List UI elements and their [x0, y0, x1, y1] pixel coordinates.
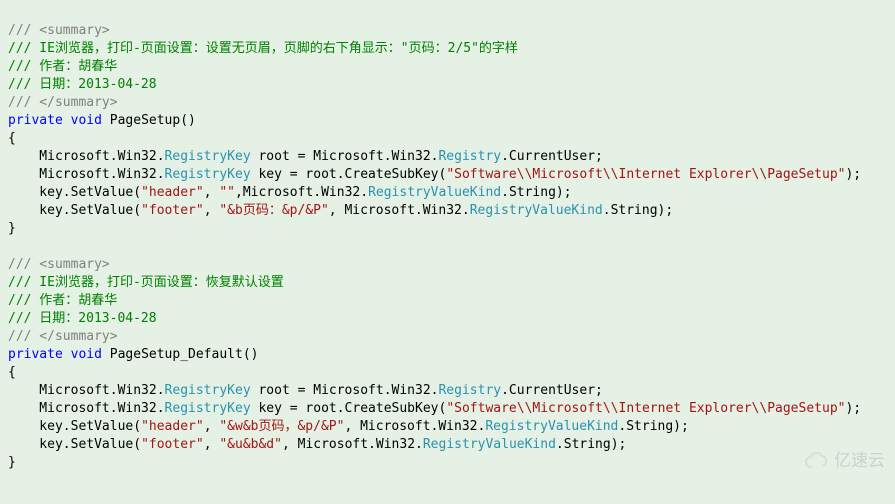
code-line: key.SetValue("footer", "&u&b&d", Microso… [8, 437, 626, 452]
code-line: Microsoft.Win32.RegistryKey root = Micro… [8, 383, 603, 398]
doc-desc: /// IE浏览器，打印-页面设置：设置无页眉，页脚的右下角显示："页码：2/5… [8, 41, 518, 56]
code-line: Microsoft.Win32.RegistryKey root = Micro… [8, 149, 603, 164]
brace: { [8, 131, 16, 146]
xml-doc: /// <summary> [8, 257, 110, 272]
doc-author: /// 作者：胡春华 [8, 59, 117, 74]
code-line: Microsoft.Win32.RegistryKey key = root.C… [8, 401, 861, 416]
brace: } [8, 455, 16, 470]
doc-date: /// 日期：2013-04-28 [8, 77, 157, 92]
brace: } [8, 221, 16, 236]
code-line: Microsoft.Win32.RegistryKey key = root.C… [8, 167, 861, 182]
doc-desc: /// IE浏览器，打印-页面设置：恢复默认设置 [8, 275, 284, 290]
doc-date: /// 日期：2013-04-28 [8, 311, 157, 326]
doc-author: /// 作者：胡春华 [8, 293, 117, 308]
xml-doc: /// </summary> [8, 329, 118, 344]
method-sig: private void PageSetup() [8, 113, 196, 128]
code-block: /// <summary> /// IE浏览器，打印-页面设置：设置无页眉，页脚… [8, 4, 887, 472]
code-line: key.SetValue("header", "",Microsoft.Win3… [8, 185, 572, 200]
xml-doc: /// <summary> [8, 23, 110, 38]
brace: { [8, 365, 16, 380]
code-line: key.SetValue("header", "&w&b页码，&p/&P", M… [8, 419, 689, 434]
method-sig: private void PageSetup_Default() [8, 347, 258, 362]
xml-doc: /// </summary> [8, 95, 118, 110]
code-line: key.SetValue("footer", "&b页码：&p/&P", Mic… [8, 203, 673, 218]
